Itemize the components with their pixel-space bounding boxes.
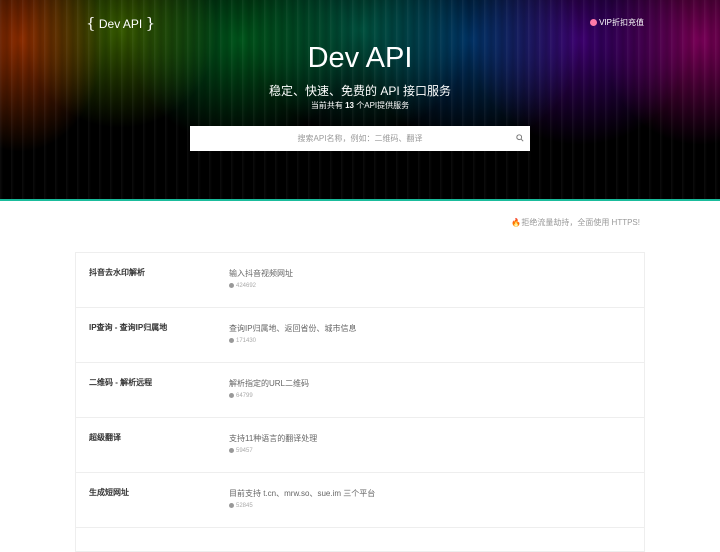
api-name: 抖音去水印解析	[89, 268, 145, 277]
api-list-item[interactable]: IP查询 - 查询IP归属地 查询IP归属地、返回省份、城市信息 171430	[76, 308, 644, 363]
api-list-item[interactable]: 超级翻译 支持11种语言的翻译处理 59457	[76, 418, 644, 473]
api-description: 查询IP归属地、返回省份、城市信息	[229, 324, 357, 333]
site-logo[interactable]: { Dev API }	[86, 14, 155, 32]
eye-icon	[229, 283, 234, 288]
eye-icon	[229, 448, 234, 453]
api-description: 支持11种语言的翻译处理	[229, 434, 318, 443]
api-views: 171430	[229, 338, 256, 344]
api-list-item[interactable]: 二维码 - 解析远程 解析指定的URL二维码 64799	[76, 363, 644, 418]
api-count: 当前共有 13 个API提供服务	[310, 101, 410, 110]
api-name: 二维码 - 解析远程	[89, 378, 153, 387]
search-input[interactable]	[190, 126, 530, 151]
api-name: IP查询 - 查询IP归属地	[89, 323, 168, 332]
api-views: 59457	[229, 448, 253, 454]
search-icon[interactable]	[516, 134, 524, 142]
api-list: 抖音去水印解析 输入抖音视频网址 424692 IP查询 - 查询IP归属地 查…	[75, 252, 645, 552]
api-description: 目前支持 t.cn、mrw.so、sue.im 三个平台	[229, 489, 376, 498]
search-box	[190, 126, 530, 151]
eye-icon	[229, 503, 234, 508]
api-count-value: 13	[345, 101, 354, 110]
vip-label: VIP折扣充值	[599, 18, 644, 27]
https-notice: 🔥拒绝流量劫持，全面使用 HTTPS!	[511, 218, 640, 227]
api-name: 生成短网址	[89, 488, 129, 497]
hero-banner: { Dev API } VIP折扣充值 Dev API 稳定、快速、免费的 AP…	[0, 0, 720, 201]
page-title: Dev API	[307, 42, 413, 74]
page-subtitle: 稳定、快速、免费的 API 接口服务	[268, 84, 451, 98]
api-list-item[interactable]: 抖音去水印解析 输入抖音视频网址 424692	[76, 253, 644, 308]
eye-icon	[229, 393, 234, 398]
api-views: 424692	[229, 283, 256, 289]
site-logo-text: Dev API	[98, 17, 143, 31]
vip-icon	[590, 19, 598, 26]
api-views: 52845	[229, 503, 253, 509]
api-name: 超级翻译	[89, 433, 121, 442]
vip-recharge-link[interactable]: VIP折扣充值	[590, 17, 644, 28]
api-description: 解析指定的URL二维码	[229, 379, 310, 388]
api-description: 输入抖音视频网址	[229, 269, 293, 278]
eye-icon	[229, 338, 234, 343]
api-views: 64799	[229, 393, 253, 399]
api-list-item[interactable]: 生成短网址 目前支持 t.cn、mrw.so、sue.im 三个平台 52845	[76, 473, 644, 528]
